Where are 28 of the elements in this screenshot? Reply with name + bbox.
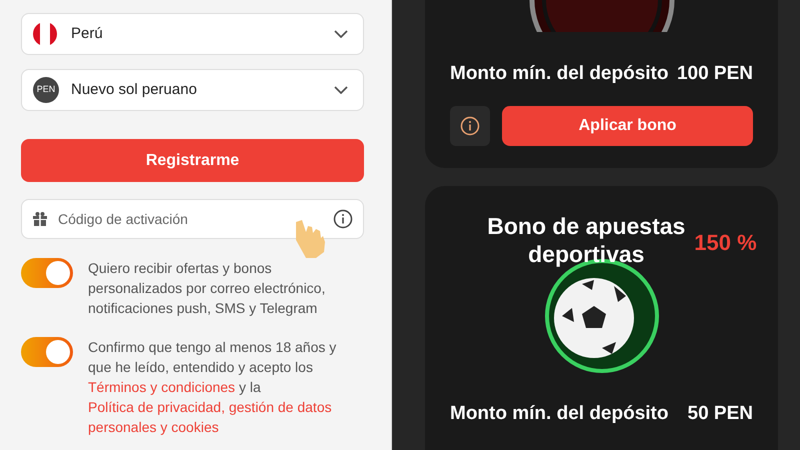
peru-flag-icon xyxy=(33,22,57,46)
activation-code-field[interactable]: Código de activación xyxy=(21,199,364,239)
bonus-title: Bono de apuestas deportivas xyxy=(486,212,686,268)
country-value: Perú xyxy=(71,24,103,44)
consent-joiner-text: y la xyxy=(238,379,261,395)
consent-text: Quiero recibir ofertas y bonos personalizados por correo electrónico, notificaciones push, SMS y Telegram xyxy=(88,259,326,318)
min-deposit-amount: 100 PEN xyxy=(676,62,753,86)
activation-code-input[interactable]: Código de activación xyxy=(58,208,323,230)
toggle-switch[interactable] xyxy=(21,337,73,367)
min-deposit-amount: 50 PEN xyxy=(688,402,753,426)
currency-value: Nuevo sol peruano xyxy=(71,80,197,100)
apply-bonus-button[interactable]: Aplicar bono xyxy=(502,106,753,146)
info-icon xyxy=(460,116,480,136)
currency-select[interactable]: PEN Nuevo sol peruano xyxy=(21,69,364,111)
gift-icon xyxy=(32,211,48,227)
terms-link[interactable]: Términos y condiciones xyxy=(88,379,236,395)
chevron-down-icon xyxy=(334,86,348,94)
info-button[interactable] xyxy=(450,106,490,146)
toggle-switch[interactable] xyxy=(21,258,73,288)
min-deposit-label: Monto mín. del depósito xyxy=(450,402,668,426)
currency-badge: PEN xyxy=(33,77,59,103)
min-deposit-label: Monto mín. del depósito xyxy=(450,62,668,86)
country-select[interactable]: Perú xyxy=(21,13,364,55)
info-icon xyxy=(333,209,353,229)
register-button[interactable]: Registrarme xyxy=(21,139,364,182)
chevron-down-icon xyxy=(334,30,348,38)
privacy-policy-link[interactable]: Política de privacidad, gestión de datos personales y cookies xyxy=(88,397,353,437)
bonus-percent: 150 % xyxy=(694,229,757,257)
